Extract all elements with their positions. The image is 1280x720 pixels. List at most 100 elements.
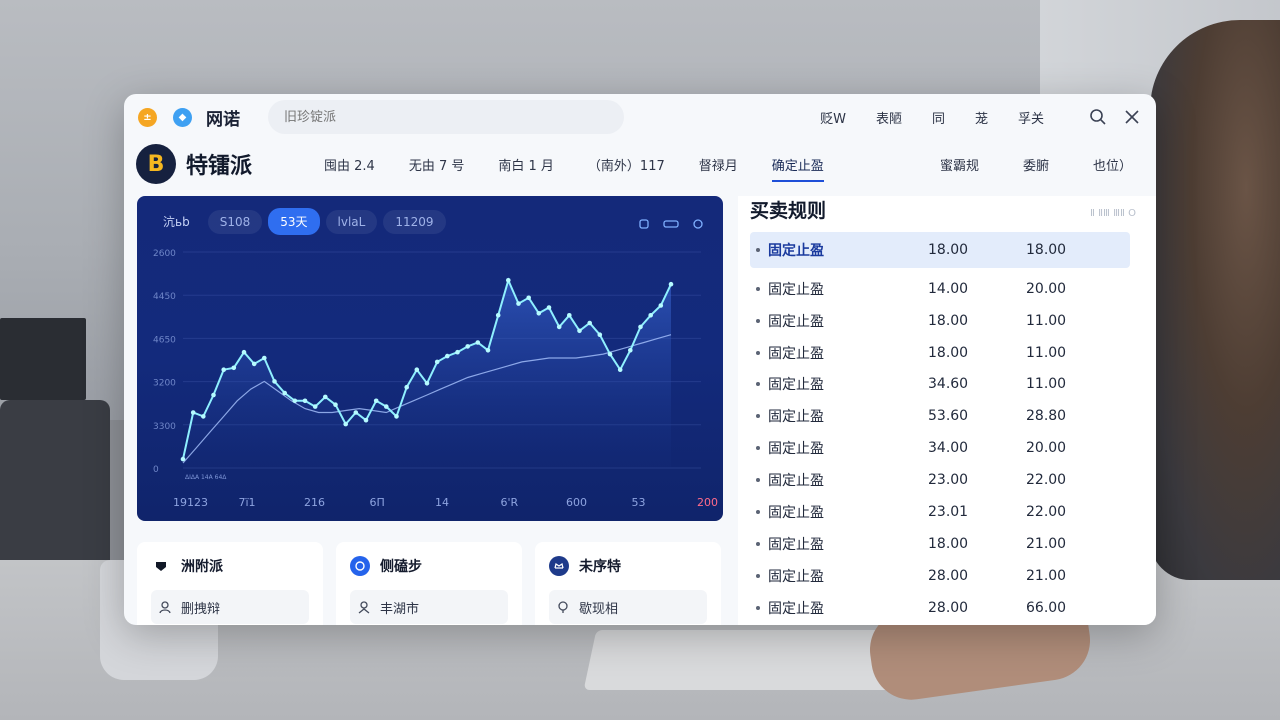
card-1[interactable]: 洲附派 删拽辩 [137,542,323,625]
search-icon[interactable] [1088,107,1108,127]
rule-row[interactable]: 固定止盈 28.00 21.00 [750,558,1130,594]
rule-name: 固定止盈 [768,473,824,489]
rule-value-b: 22.00 [1026,472,1067,488]
rule-name: 固定止盈 [768,441,824,457]
price-chart[interactable]: 2600 4450 4650 3200 3300 0 19123 7ï1 216 6Π 14 6'R 6… [137,196,723,521]
rule-row[interactable]: 固定止盈 18.00 18.00 [750,232,1130,268]
orange-coin-icon[interactable]: ± [138,107,157,127]
data-point [506,278,511,283]
legend-text: ΔΙΔΑ 14Α 64Δ [185,474,227,481]
tab-1[interactable]: 囤由 2.4 [324,149,375,180]
data-point [577,328,582,334]
card-3-head: 未序特 [549,556,707,576]
data-point [516,301,521,306]
rule-row[interactable]: 固定止盈 18.00 11.00 [750,303,1130,339]
blue-shield-icon[interactable]: ◆ [173,107,192,127]
data-point [526,295,531,301]
rule-value-b: 28.80 [1026,408,1067,424]
nav-right-link-2[interactable]: 委腑 [1023,149,1049,180]
nav-right-links: 蜜霸规 委腑 也位） [940,149,1144,180]
background-person [1150,20,1280,580]
data-point [495,313,501,318]
y-tick-label: 4650 [153,335,176,345]
background-monitor [0,318,86,400]
titlebar-link-5[interactable]: 孚关 [1018,108,1044,127]
price-chart-panel: 沆ьb S108 53天 lvlaL 11209 2600 4450 4650 320… [137,196,723,521]
card-3[interactable]: 未序特 歇现相 [535,542,721,625]
data-point [556,324,562,330]
card-2[interactable]: 侧磕步 丰湖市 [336,542,522,625]
tab-5[interactable]: 督禄月 [699,149,738,180]
rules-title: 买卖规则 [750,200,827,222]
card-3-sub[interactable]: 歇现相 [549,590,707,624]
bullet-icon [756,574,760,578]
rule-name: 固定止盈 [768,314,824,330]
titlebar-link-1[interactable]: 贬W [820,108,846,127]
rule-row[interactable]: 固定止盈 34.00 20.00 [750,430,1130,466]
bitcoin-logo-icon: B [136,144,176,184]
bullet-icon [756,319,760,323]
data-point [384,404,389,409]
y-tick-label: 0 [153,465,159,475]
card-1-sub[interactable]: 删拽辩 [151,590,309,624]
tab-bar: 囤由 2.4 无由 7 号 南白 1 月 （南外）117 督禄月 确定止盈 [324,149,858,182]
search-input[interactable] [268,100,624,134]
tab-3[interactable]: 南白 1 月 [498,149,554,180]
data-point [617,367,623,372]
rule-row[interactable]: 固定止盈 28.00 66.00 [750,590,1130,625]
bullet-icon [756,414,760,418]
rule-name: 固定止盈 [768,409,824,425]
data-point [394,414,399,419]
data-point [272,379,277,384]
data-point [658,303,664,308]
tab-4[interactable]: （南外）117 [588,149,665,180]
brand-name: 特镭派 [186,154,253,179]
titlebar-link-2[interactable]: 表陋 [876,108,902,127]
data-point [241,349,247,355]
card-2-sub[interactable]: 丰湖市 [350,590,508,624]
rule-row[interactable]: 固定止盈 34.60 11.00 [750,366,1130,402]
rule-row[interactable]: 固定止盈 23.00 22.00 [750,462,1130,498]
data-point [638,324,643,330]
y-tick-label: 2600 [153,249,176,259]
card-1-sub-label: 删拽辩 [181,601,221,617]
data-point [424,381,430,386]
rule-row[interactable]: 固定止盈 18.00 21.00 [750,526,1130,562]
rule-value-a: 14.00 [928,281,969,297]
data-point [190,410,196,415]
nav-right-link-3[interactable]: 也位） [1093,149,1132,180]
x-tick-label: 7ï1 [239,496,256,509]
rule-value-a: 28.00 [928,600,969,616]
rule-value-b: 20.00 [1026,440,1067,456]
data-point [567,313,572,318]
rule-row[interactable]: 固定止盈 23.01 22.00 [750,494,1130,530]
rule-value-b: 66.00 [1026,600,1067,616]
data-point [414,367,420,372]
titlebar-link-3[interactable]: 同 [932,108,945,127]
rule-row[interactable]: 固定止盈 53.60 28.80 [750,398,1130,434]
tab-2[interactable]: 无由 7 号 [409,149,465,180]
data-point [445,353,450,359]
x-tick-label: 600 [566,496,587,509]
data-point [180,456,186,462]
bullet-icon [756,382,760,386]
tab-take-profit[interactable]: 确定止盈 [771,149,824,182]
data-point [455,349,460,355]
close-icon[interactable] [1122,107,1142,127]
x-tick-label: 6Π [370,496,385,509]
card-1-head: 洲附派 [151,556,309,576]
data-point [231,365,237,371]
rule-value-b: 21.00 [1026,568,1067,584]
rule-value-b: 22.00 [1026,504,1067,520]
y-tick-label: 3300 [153,422,176,432]
rule-value-b: 11.00 [1026,376,1067,392]
rule-row[interactable]: 固定止盈 14.00 20.00 [750,271,1130,307]
data-point [404,384,410,390]
bullet-icon [756,351,760,355]
titlebar-link-4[interactable]: 茏 [975,108,988,127]
data-point [373,398,379,404]
nav-right-link-1[interactable]: 蜜霸规 [940,149,979,180]
rule-name: 固定止盈 [768,282,824,298]
rule-value-a: 34.60 [928,376,969,392]
rule-name: 固定止盈 [768,537,824,553]
